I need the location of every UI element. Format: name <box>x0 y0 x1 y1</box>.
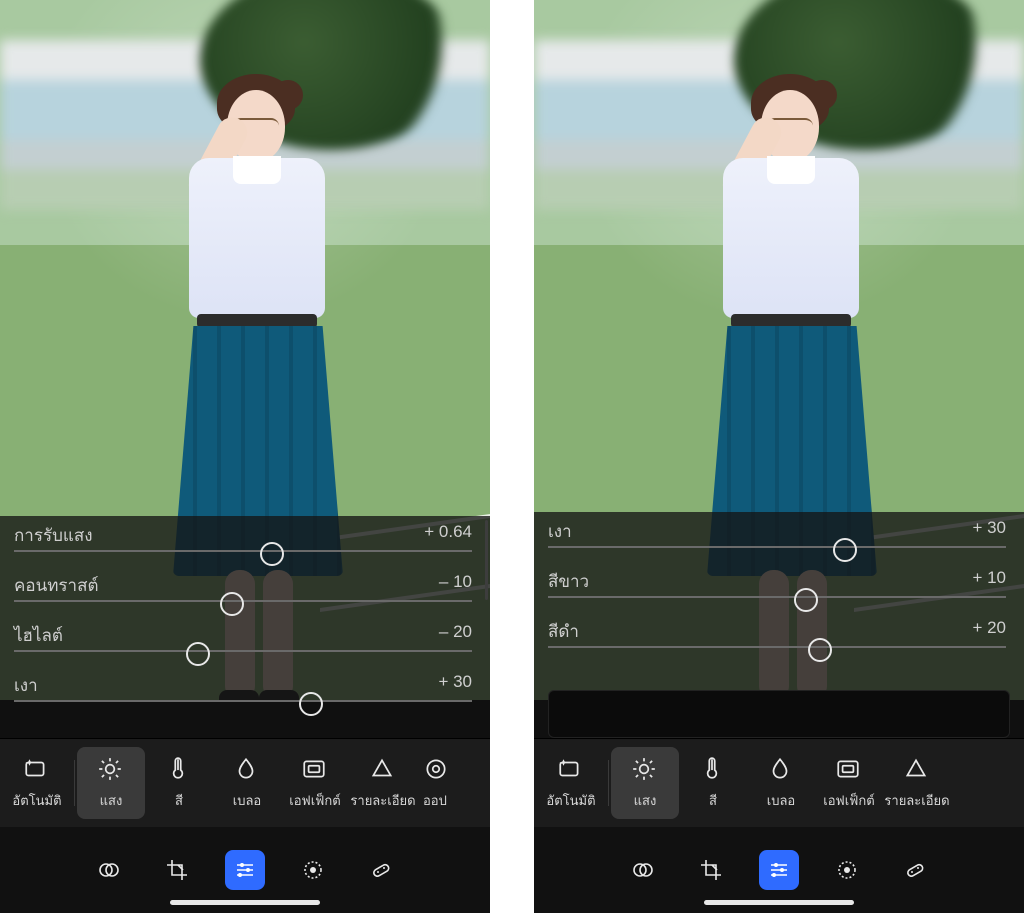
slider-track[interactable] <box>548 596 1006 598</box>
auto-icon <box>23 756 51 784</box>
cat-label: อัตโนมัติ <box>12 790 61 811</box>
cat-label: ออป <box>423 790 447 811</box>
slider-row-0: การรับแสง + 0.64 <box>0 522 490 572</box>
cat-color[interactable]: สี <box>145 747 213 819</box>
tool-mask[interactable] <box>827 850 867 890</box>
tool-presets[interactable] <box>89 850 129 890</box>
slider-label: สีดำ <box>548 618 579 645</box>
tool-presets[interactable] <box>623 850 663 890</box>
cat-label: เบลอ <box>233 790 261 811</box>
divider <box>608 760 609 806</box>
slider-knob[interactable] <box>808 638 832 662</box>
cat-light[interactable]: แสง <box>611 747 679 819</box>
cat-label: แสง <box>634 790 657 811</box>
slider-track[interactable] <box>548 546 1006 548</box>
tool-crop[interactable] <box>691 850 731 890</box>
cat-label: เบลอ <box>767 790 795 811</box>
slider-label: เงา <box>14 672 38 699</box>
cat-label: อัตโนมัติ <box>546 790 595 811</box>
slider-row-2: ไฮไลต์ – 20 <box>0 622 490 672</box>
cat-effect[interactable]: เอฟเฟ็กต์ <box>815 747 883 819</box>
cat-effect[interactable]: เอฟเฟ็กต์ <box>281 747 349 819</box>
home-indicator <box>170 900 320 905</box>
adjust-panel[interactable]: เงา + 30 สีขาว + 10 สีดำ + 20 <box>534 512 1024 738</box>
tool-heal[interactable] <box>361 850 401 890</box>
vignette-icon <box>835 756 863 784</box>
stage: การรับแสง + 0.64 คอนทราสต์ – 10 ไฮไลต์ –… <box>0 0 1024 913</box>
cat-detail[interactable]: รายละเอียด <box>883 747 951 819</box>
auto-icon <box>557 756 585 784</box>
tool-crop[interactable] <box>157 850 197 890</box>
cat-label: สี <box>709 790 717 811</box>
cat-label: เอฟเฟ็กต์ <box>289 790 340 811</box>
category-strip[interactable]: อัตโนมัติ แสง สี เบลอ เอฟเฟ็กต์ รายละเอี… <box>0 739 490 827</box>
cat-label: รายละเอียด <box>350 790 415 811</box>
slider-value: + 30 <box>438 672 472 692</box>
slider-knob[interactable] <box>833 538 857 562</box>
cat-light[interactable]: แสง <box>77 747 145 819</box>
cat-label: เอฟเฟ็กต์ <box>823 790 874 811</box>
phone-left: การรับแสง + 0.64 คอนทราสต์ – 10 ไฮไลต์ –… <box>0 0 490 913</box>
bottom-toolbar <box>0 827 490 913</box>
slider-label: สีขาว <box>548 568 589 595</box>
slider-value: + 10 <box>972 568 1006 588</box>
adjust-panel[interactable]: การรับแสง + 0.64 คอนทราสต์ – 10 ไฮไลต์ –… <box>0 516 490 738</box>
slider-track[interactable] <box>14 550 472 552</box>
light-icon <box>631 756 659 784</box>
lens-icon <box>423 756 451 784</box>
slider-row-1: สีขาว + 10 <box>534 568 1024 618</box>
slider-row-0: เงา + 30 <box>534 518 1024 568</box>
slider-knob[interactable] <box>220 592 244 616</box>
tool-adjust[interactable] <box>759 850 799 890</box>
slider-value: – 20 <box>439 622 472 642</box>
detail-icon <box>369 756 397 784</box>
temp-icon <box>165 756 193 784</box>
home-indicator <box>704 900 854 905</box>
slider-track[interactable] <box>14 700 472 702</box>
light-icon <box>97 756 125 784</box>
cat-blur[interactable]: เบลอ <box>213 747 281 819</box>
cat-optics[interactable]: ออป <box>417 747 463 819</box>
cat-auto[interactable]: อัตโนมัติ <box>2 747 72 819</box>
slider-label: เงา <box>548 518 572 545</box>
slider-value: + 0.64 <box>424 522 472 542</box>
histogram-strip[interactable] <box>548 690 1010 738</box>
bottom-toolbar <box>534 827 1024 913</box>
slider-row-1: คอนทราสต์ – 10 <box>0 572 490 622</box>
slider-row-3: เงา + 30 <box>0 672 490 722</box>
cat-label: แสง <box>100 790 123 811</box>
slider-knob[interactable] <box>260 542 284 566</box>
phone-right: เงา + 30 สีขาว + 10 สีดำ + 20 อัตโนมัติ … <box>534 0 1024 913</box>
slider-row-2: สีดำ + 20 <box>534 618 1024 668</box>
cat-auto[interactable]: อัตโนมัติ <box>536 747 606 819</box>
slider-value: – 10 <box>439 572 472 592</box>
slider-label: การรับแสง <box>14 522 93 549</box>
vignette-icon <box>301 756 329 784</box>
slider-label: ไฮไลต์ <box>14 622 63 649</box>
tool-mask[interactable] <box>293 850 333 890</box>
cat-label: รายละเอียด <box>884 790 949 811</box>
cat-blur[interactable]: เบลอ <box>747 747 815 819</box>
cat-color[interactable]: สี <box>679 747 747 819</box>
slider-track[interactable] <box>548 646 1006 648</box>
tool-heal[interactable] <box>895 850 935 890</box>
drop-icon <box>767 756 795 784</box>
slider-knob[interactable] <box>186 642 210 666</box>
category-strip[interactable]: อัตโนมัติ แสง สี เบลอ เอฟเฟ็กต์ รายละเอี… <box>534 739 1024 827</box>
temp-icon <box>699 756 727 784</box>
slider-value: + 20 <box>972 618 1006 638</box>
slider-label: คอนทราสต์ <box>14 572 99 599</box>
slider-knob[interactable] <box>299 692 323 716</box>
drop-icon <box>233 756 261 784</box>
cat-label: สี <box>175 790 183 811</box>
detail-icon <box>903 756 931 784</box>
slider-value: + 30 <box>972 518 1006 538</box>
slider-track[interactable] <box>14 650 472 652</box>
cat-detail[interactable]: รายละเอียด <box>349 747 417 819</box>
tool-adjust[interactable] <box>225 850 265 890</box>
slider-knob[interactable] <box>794 588 818 612</box>
divider <box>74 760 75 806</box>
